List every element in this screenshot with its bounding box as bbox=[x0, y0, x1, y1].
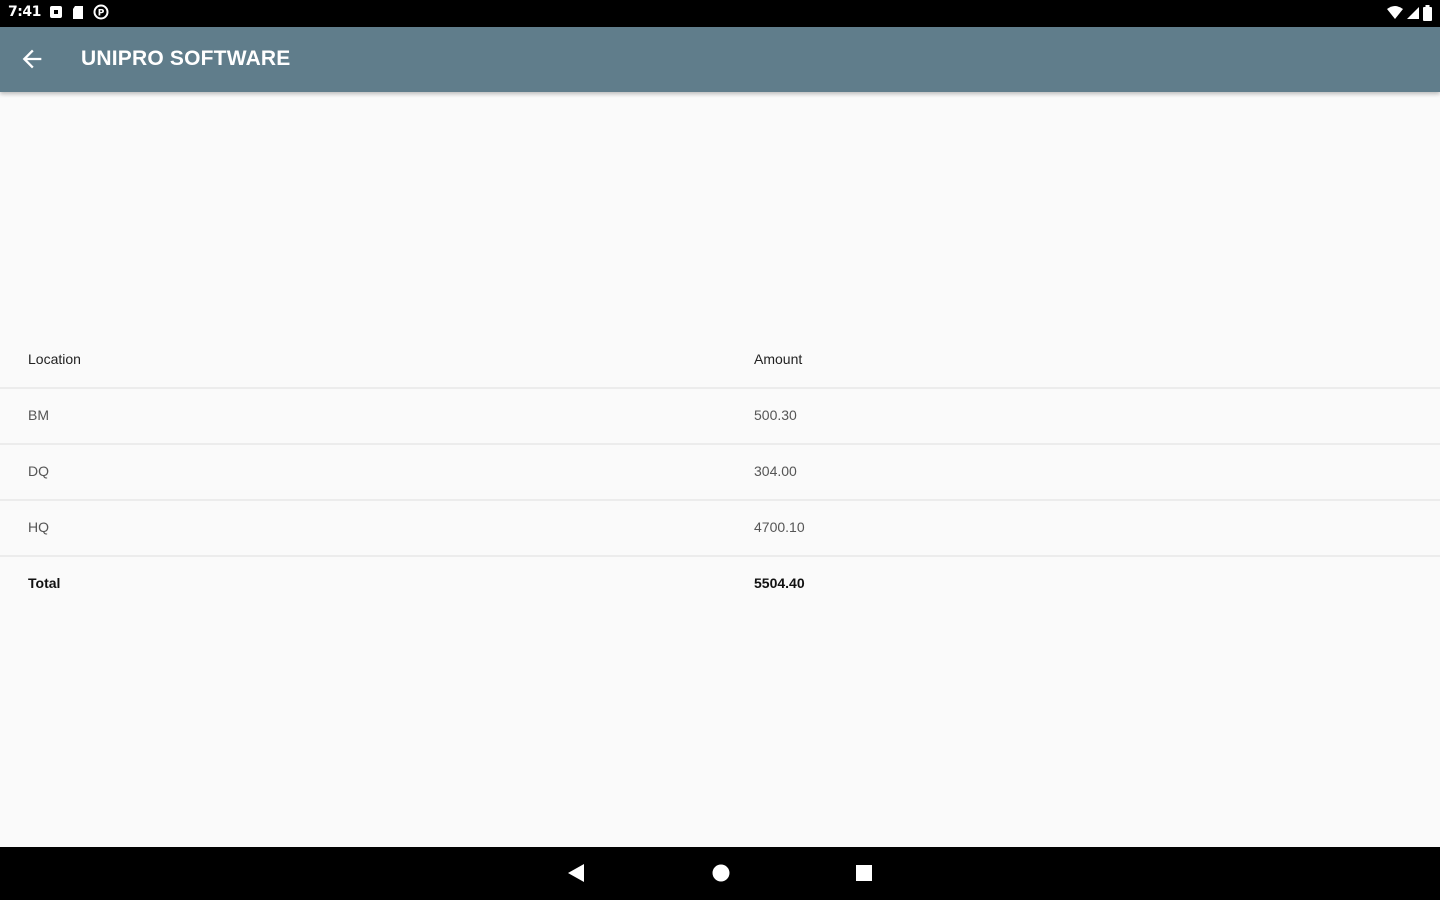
system-nav-bar bbox=[0, 847, 1440, 900]
table-row: HQ 4700.10 bbox=[0, 501, 1440, 557]
signal-icon bbox=[1407, 7, 1419, 19]
amount-column-header: Amount bbox=[754, 351, 803, 367]
table-row: BM 500.30 bbox=[0, 389, 1440, 445]
location-cell: DQ bbox=[28, 463, 49, 479]
location-amount-table: Location Amount BM 500.30 DQ 304.00 HQ 4… bbox=[0, 333, 1440, 611]
amount-cell: 4700.10 bbox=[754, 519, 805, 535]
back-triangle-icon[interactable] bbox=[566, 863, 586, 883]
amount-cell: 304.00 bbox=[754, 463, 797, 479]
location-column-header: Location bbox=[28, 351, 81, 367]
status-left: 7:41 P bbox=[8, 4, 109, 20]
table-row: DQ 304.00 bbox=[0, 445, 1440, 501]
circle-p-icon: P bbox=[93, 4, 109, 20]
status-right bbox=[1387, 5, 1432, 21]
notification-square-icon bbox=[49, 6, 62, 18]
status-bar: 7:41 P bbox=[0, 0, 1440, 27]
total-label: Total bbox=[28, 575, 61, 591]
svg-text:P: P bbox=[98, 9, 105, 19]
table-header-row: Location Amount bbox=[0, 333, 1440, 389]
total-amount: 5504.40 bbox=[754, 575, 805, 591]
wifi-icon bbox=[1387, 6, 1403, 19]
battery-icon bbox=[1423, 5, 1432, 21]
recents-square-icon[interactable] bbox=[855, 863, 873, 883]
home-circle-icon[interactable] bbox=[711, 863, 731, 883]
app-bar: UNIPRO SOFTWARE bbox=[0, 27, 1440, 92]
location-cell: BM bbox=[28, 407, 49, 423]
arrow-left-icon[interactable] bbox=[18, 45, 46, 73]
table-total-row: Total 5504.40 bbox=[0, 557, 1440, 611]
status-time: 7:41 bbox=[8, 4, 41, 20]
amount-cell: 500.30 bbox=[754, 407, 797, 423]
app-title: UNIPRO SOFTWARE bbox=[81, 47, 291, 70]
location-cell: HQ bbox=[28, 519, 49, 535]
sd-card-icon bbox=[72, 5, 83, 19]
